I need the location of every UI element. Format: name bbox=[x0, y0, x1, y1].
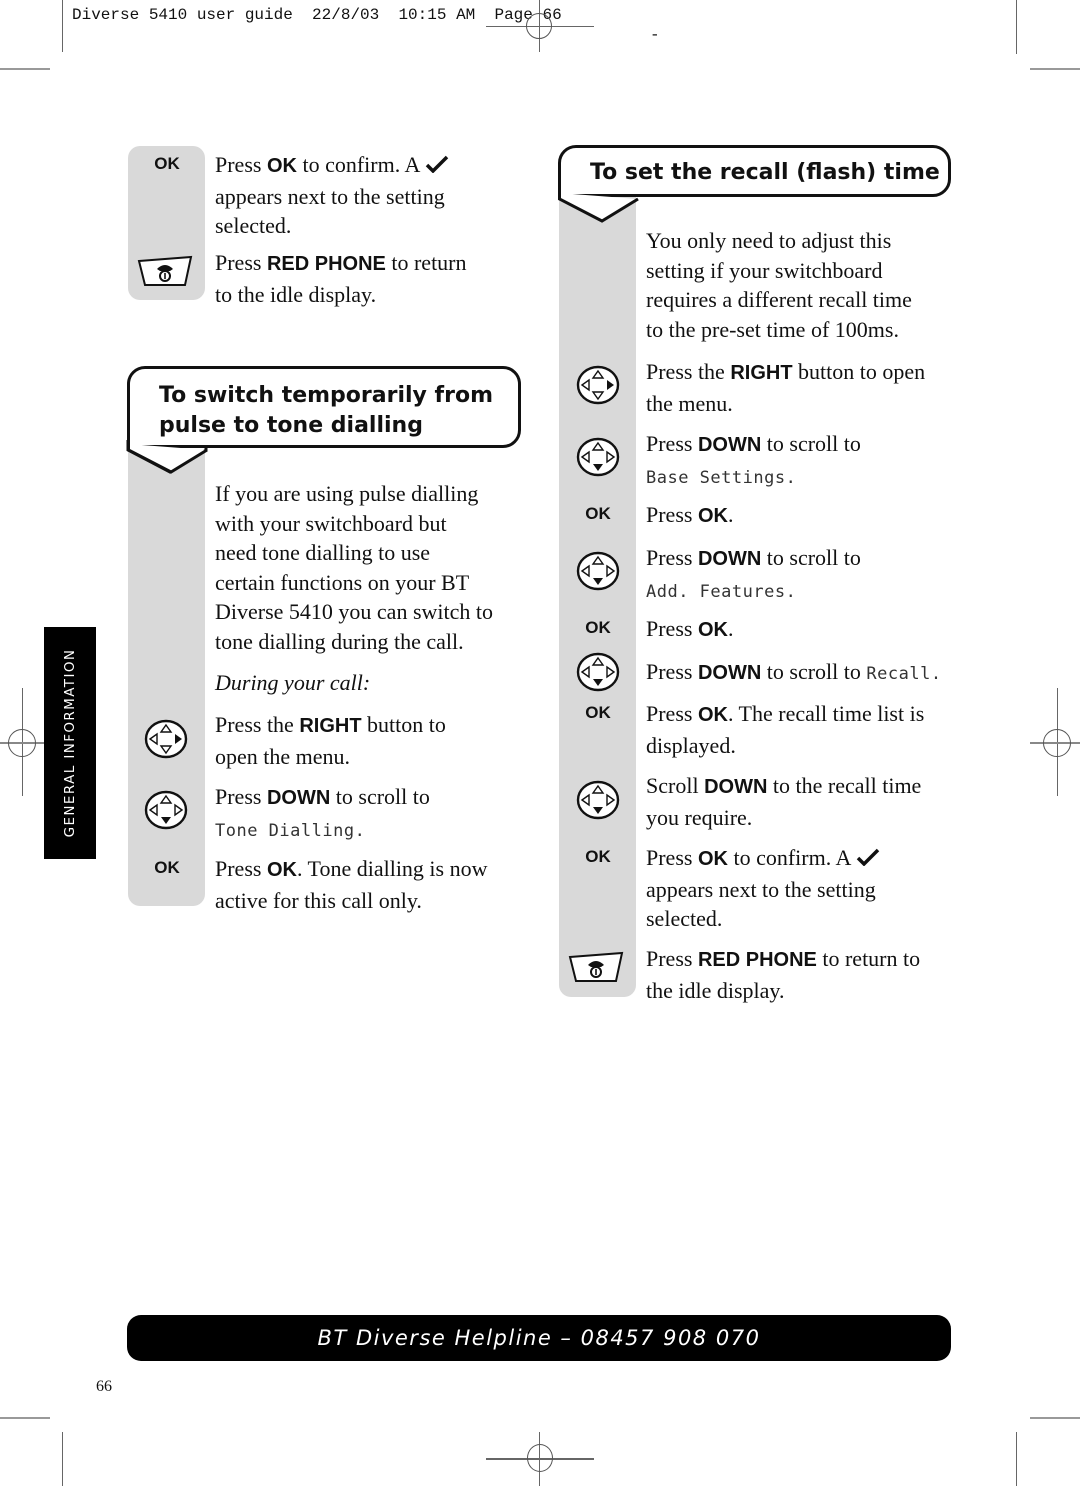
step-scroll-recall: Press DOWN to scroll to Recall. bbox=[646, 659, 942, 684]
step-press-ok: Press OK. bbox=[646, 616, 734, 641]
lcd-menu-item: Tone Dialling bbox=[215, 820, 355, 841]
step-scroll-recall-time: Scroll DOWN to the recall time you requi… bbox=[646, 773, 922, 830]
tone-dialling-intro: If you are using pulse dialling with you… bbox=[215, 481, 493, 654]
step-scroll-add-features: Press DOWN to scroll to Add. Features. bbox=[646, 545, 861, 602]
section-heading-tone-dialling: To switch temporarily from pulse to tone… bbox=[127, 366, 521, 448]
during-call-subheading: During your call: bbox=[215, 670, 371, 695]
heading-pointer-overlay bbox=[127, 444, 208, 474]
ok-key-icon: OK bbox=[154, 858, 180, 877]
lcd-menu-item: Recall bbox=[866, 664, 931, 684]
print-slug: Diverse 5410 user guide 22/8/03 10:15 AM… bbox=[72, 6, 562, 24]
step-confirm: Press OK to confirm. A appears next to t… bbox=[646, 843, 880, 934]
dpad-right-icon bbox=[576, 365, 620, 405]
step-press-right: Press the RIGHT button to open the menu. bbox=[215, 712, 446, 769]
icon-column-right bbox=[559, 196, 636, 997]
step-press-right: Press the RIGHT button to open the menu. bbox=[646, 359, 926, 416]
step-press-ok-tone: Press OK. Tone dialling is now active fo… bbox=[215, 856, 488, 913]
step-press-ok-list: Press OK. The recall time list is displa… bbox=[646, 701, 925, 758]
lcd-menu-item: Add. Features bbox=[646, 581, 786, 602]
ok-key-icon: OK bbox=[585, 504, 611, 523]
step-red-phone: Press RED PHONE to return to the idle di… bbox=[215, 250, 467, 307]
red-phone-icon bbox=[568, 951, 624, 982]
page-number: 66 bbox=[96, 1378, 112, 1395]
icon-column-bottom-left bbox=[128, 440, 205, 906]
recall-intro: You only need to adjust this setting if … bbox=[646, 228, 912, 342]
dpad-right-icon bbox=[144, 719, 188, 759]
step-scroll-base-settings: Press DOWN to scroll to Base Settings. bbox=[646, 431, 861, 488]
helpline-bar: BT Diverse Helpline – 08457 908 070 bbox=[127, 1315, 951, 1361]
ok-key-icon: OK bbox=[585, 703, 611, 722]
checkmark-icon bbox=[856, 848, 879, 867]
section-heading-recall-time: To set the recall (flash) time bbox=[558, 145, 951, 197]
heading-pointer-overlay bbox=[558, 193, 639, 223]
dpad-down-icon bbox=[576, 780, 620, 820]
lcd-menu-item: Base Settings bbox=[646, 467, 786, 488]
dpad-down-icon bbox=[576, 437, 620, 477]
dpad-down-icon bbox=[576, 551, 620, 591]
ok-key-icon: OK bbox=[585, 847, 611, 866]
red-phone-icon bbox=[137, 255, 193, 286]
step-scroll-tone-dialling: Press DOWN to scroll to Tone Dialling. bbox=[215, 784, 430, 841]
dpad-down-icon bbox=[144, 790, 188, 830]
section-tab-label: GENERAL INFORMATION bbox=[62, 648, 78, 838]
step-press-ok: Press OK. bbox=[646, 502, 734, 527]
ok-key-icon: OK bbox=[154, 154, 180, 173]
step-red-phone: Press RED PHONE to return to the idle di… bbox=[646, 946, 921, 1003]
dpad-down-icon bbox=[576, 652, 620, 692]
print-slug-dash: - bbox=[650, 26, 660, 44]
checkmark-icon bbox=[425, 155, 448, 174]
ok-key-icon: OK bbox=[585, 618, 611, 637]
step-confirm: Press OK to confirm. A appears next to t… bbox=[215, 150, 449, 241]
